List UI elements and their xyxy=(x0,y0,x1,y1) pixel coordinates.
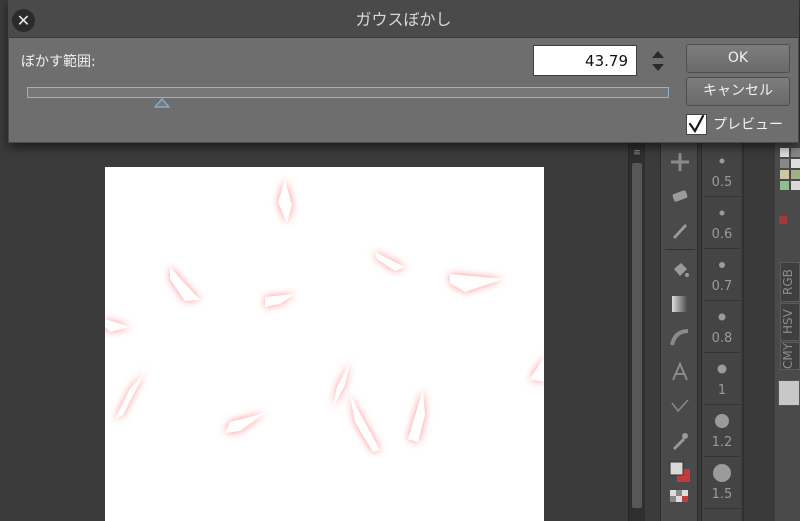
scrollbar-thumb[interactable] xyxy=(632,163,642,508)
text-tool-icon[interactable] xyxy=(667,359,693,385)
brush-size-dot-icon xyxy=(715,414,729,428)
tab-hsv[interactable]: HSV xyxy=(780,303,800,341)
shard-core xyxy=(278,180,292,223)
canvas-artwork xyxy=(105,180,544,452)
brush-size-dot-icon xyxy=(719,210,725,216)
tab-cmy[interactable]: CMY xyxy=(780,342,800,370)
brush-size-dot-icon xyxy=(719,262,725,268)
transparent-color-icon[interactable] xyxy=(667,487,693,513)
curve-tool-icon[interactable] xyxy=(667,325,693,351)
brush-size-label: 0.8 xyxy=(711,331,733,346)
brush-size-0.5[interactable]: 0.5 xyxy=(704,145,740,197)
brush-size-label: 0.5 xyxy=(711,175,733,190)
blur-range-input[interactable] xyxy=(533,45,637,76)
dialog-title: ガウスぼかし xyxy=(355,10,452,29)
vector-line-tool-icon[interactable] xyxy=(667,393,693,419)
brush-size-1.2[interactable]: 1.2 xyxy=(704,405,740,457)
tool-palette xyxy=(660,143,698,521)
ok-button[interactable]: OK xyxy=(686,44,790,73)
blur-range-slider-thumb[interactable] xyxy=(153,98,170,108)
eraser-tool-icon[interactable] xyxy=(667,183,693,209)
pen-tool-icon[interactable] xyxy=(667,217,693,243)
brush-size-dot-icon xyxy=(713,464,731,482)
canvas-vertical-scrollbar[interactable]: ≡ xyxy=(628,143,645,521)
brush-size-1[interactable]: 1 xyxy=(704,353,740,405)
close-button[interactable]: ✕ xyxy=(12,9,35,32)
brush-size-label: 0.6 xyxy=(711,227,733,242)
cancel-button[interactable]: キャンセル xyxy=(686,77,790,106)
close-icon: ✕ xyxy=(16,10,31,30)
shard-core xyxy=(115,372,145,419)
brush-size-0.8[interactable]: 0.8 xyxy=(704,301,740,353)
brush-size-0.7[interactable]: 0.7 xyxy=(704,249,740,301)
checkmark-icon xyxy=(688,114,705,133)
blur-range-label: ぼかす範囲: xyxy=(21,54,96,70)
shard-core xyxy=(408,389,425,442)
color-preview-box[interactable] xyxy=(778,380,800,406)
shard-core xyxy=(450,274,503,292)
gaussian-blur-dialog: ガウスぼかし ✕ ぼかす範囲: OK キャンセル プレビュー xyxy=(8,0,799,143)
move-tool-icon[interactable] xyxy=(667,149,693,175)
scrollbar-grip-icon: ≡ xyxy=(633,148,641,158)
blurred-shards xyxy=(105,180,544,452)
brush-size-label: 1 xyxy=(717,383,727,398)
gradient-tool-icon[interactable] xyxy=(667,291,693,317)
shard-core xyxy=(225,413,265,433)
brush-size-0.6[interactable]: 0.6 xyxy=(704,197,740,249)
brush-size-palette: 0.5 0.6 0.7 0.8 1 1.2 1.5 xyxy=(701,143,741,521)
dialog-titlebar[interactable]: ガウスぼかし ✕ xyxy=(9,1,798,38)
brush-size-dot-icon xyxy=(719,158,725,164)
preview-label: プレビュー xyxy=(713,117,783,133)
brush-size-label: 0.7 xyxy=(711,279,733,294)
shard-core xyxy=(350,395,380,452)
shard-core xyxy=(105,319,130,332)
brush-size-label: 1.5 xyxy=(711,487,733,502)
shard-core xyxy=(170,267,200,301)
shard-core xyxy=(530,357,544,382)
fill-bucket-tool-icon[interactable] xyxy=(667,257,693,283)
triangle-thumb-icon xyxy=(153,98,170,108)
blur-range-spinner[interactable] xyxy=(649,49,667,73)
preview-checkbox[interactable] xyxy=(686,113,707,135)
tab-rgb[interactable]: RGB xyxy=(780,262,800,302)
eyedropper-tool-icon[interactable] xyxy=(667,427,693,453)
shard-core xyxy=(265,294,295,307)
brush-size-label: 1.2 xyxy=(711,435,733,450)
brush-size-dot-icon xyxy=(717,364,727,374)
shard-core xyxy=(333,362,350,407)
blur-range-slider-track[interactable] xyxy=(27,87,669,98)
color-swatch-icon[interactable] xyxy=(667,459,693,485)
shard-core xyxy=(375,252,405,271)
brush-size-1.5[interactable]: 1.5 xyxy=(704,457,740,509)
brush-size-dot-icon xyxy=(718,313,726,321)
up-down-spinner-icon xyxy=(652,51,664,71)
document-canvas[interactable] xyxy=(105,167,544,521)
color-swatch-grid[interactable] xyxy=(779,147,800,191)
preview-toggle[interactable]: プレビュー xyxy=(686,113,783,135)
current-color-chip[interactable] xyxy=(779,216,787,224)
